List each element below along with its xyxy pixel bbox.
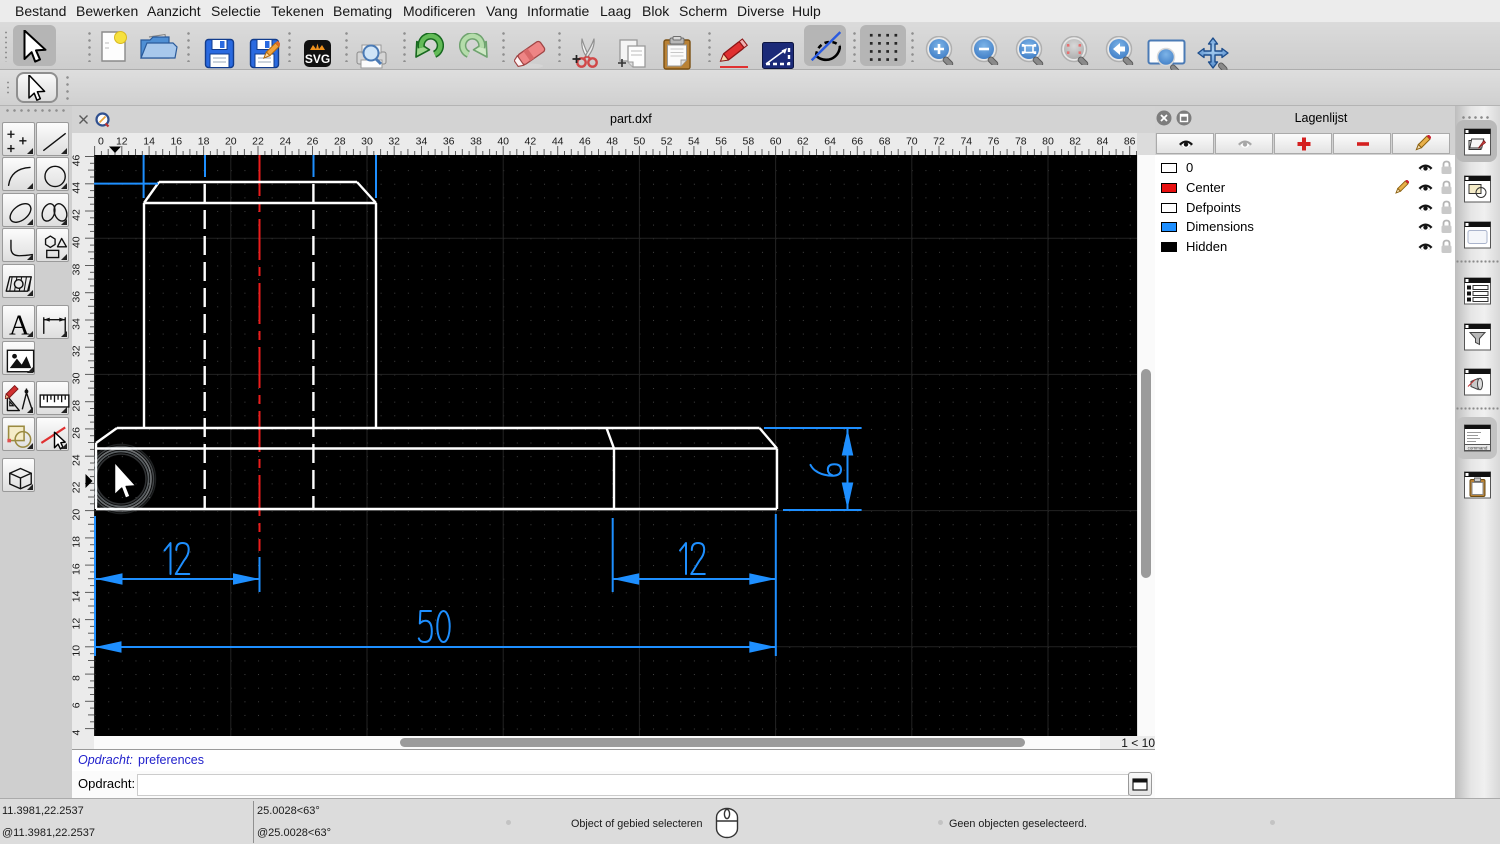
svg-text:76: 76: [988, 136, 1000, 148]
svg-text:14: 14: [72, 590, 83, 602]
svg-text:42: 42: [72, 209, 83, 221]
svg-text:50: 50: [634, 136, 646, 148]
svg-text:44: 44: [552, 136, 564, 148]
svg-text:34: 34: [72, 318, 83, 330]
svg-text:46: 46: [72, 155, 83, 166]
svg-text:52: 52: [661, 136, 673, 148]
svg-text:16: 16: [170, 136, 182, 148]
svg-text:24: 24: [72, 454, 83, 466]
svg-text:30: 30: [361, 136, 373, 148]
svg-text:64: 64: [824, 136, 836, 148]
svg-text:40: 40: [72, 236, 83, 248]
svg-text:58: 58: [743, 136, 755, 148]
svg-text:28: 28: [72, 400, 83, 412]
svg-text:SVG: SVG: [305, 52, 330, 66]
svg-text:12: 12: [72, 618, 83, 630]
svg-text:0: 0: [98, 136, 104, 148]
svg-text:74: 74: [960, 136, 972, 148]
svg-text:86: 86: [1124, 136, 1136, 148]
svg-text:4: 4: [72, 730, 83, 736]
svg-text:70: 70: [906, 136, 918, 148]
svg-text:10: 10: [72, 645, 83, 657]
svg-text:12: 12: [116, 136, 128, 148]
svg-text:22: 22: [72, 481, 83, 493]
svg-text:command: command: [1468, 446, 1488, 451]
svg-text:18: 18: [72, 536, 83, 548]
svg-text:46: 46: [579, 136, 591, 148]
svg-text:18: 18: [198, 136, 210, 148]
svg-text:56: 56: [715, 136, 727, 148]
svg-text:24: 24: [279, 136, 291, 148]
svg-text:44: 44: [72, 182, 83, 194]
svg-text:62: 62: [797, 136, 809, 148]
svg-text:32: 32: [72, 345, 83, 357]
svg-text:30: 30: [72, 372, 83, 384]
svg-text:16: 16: [72, 563, 83, 575]
svg-text:28: 28: [334, 136, 346, 148]
svg-text:42: 42: [525, 136, 537, 148]
svg-text:6: 6: [72, 702, 83, 708]
svg-text:80: 80: [1042, 136, 1054, 148]
svg-text:20: 20: [225, 136, 237, 148]
svg-text:48: 48: [606, 136, 618, 148]
svg-text:26: 26: [72, 427, 83, 439]
svg-text:34: 34: [416, 136, 428, 148]
svg-text:60: 60: [770, 136, 782, 148]
svg-text:38: 38: [72, 264, 83, 276]
svg-text:82: 82: [1069, 136, 1081, 148]
svg-text:66: 66: [851, 136, 863, 148]
svg-text:72: 72: [933, 136, 945, 148]
svg-text:38: 38: [470, 136, 482, 148]
svg-text:20: 20: [72, 509, 83, 521]
svg-text:22: 22: [252, 136, 264, 148]
svg-text:36: 36: [72, 291, 83, 303]
svg-text:26: 26: [307, 136, 319, 148]
svg-text:40: 40: [497, 136, 509, 148]
svg-text:32: 32: [388, 136, 400, 148]
svg-text:8: 8: [72, 675, 83, 681]
svg-text:78: 78: [1015, 136, 1027, 148]
svg-text:54: 54: [688, 136, 700, 148]
svg-text:68: 68: [879, 136, 891, 148]
svg-text:84: 84: [1097, 136, 1109, 148]
svg-text:14: 14: [143, 136, 155, 148]
svg-text:36: 36: [443, 136, 455, 148]
